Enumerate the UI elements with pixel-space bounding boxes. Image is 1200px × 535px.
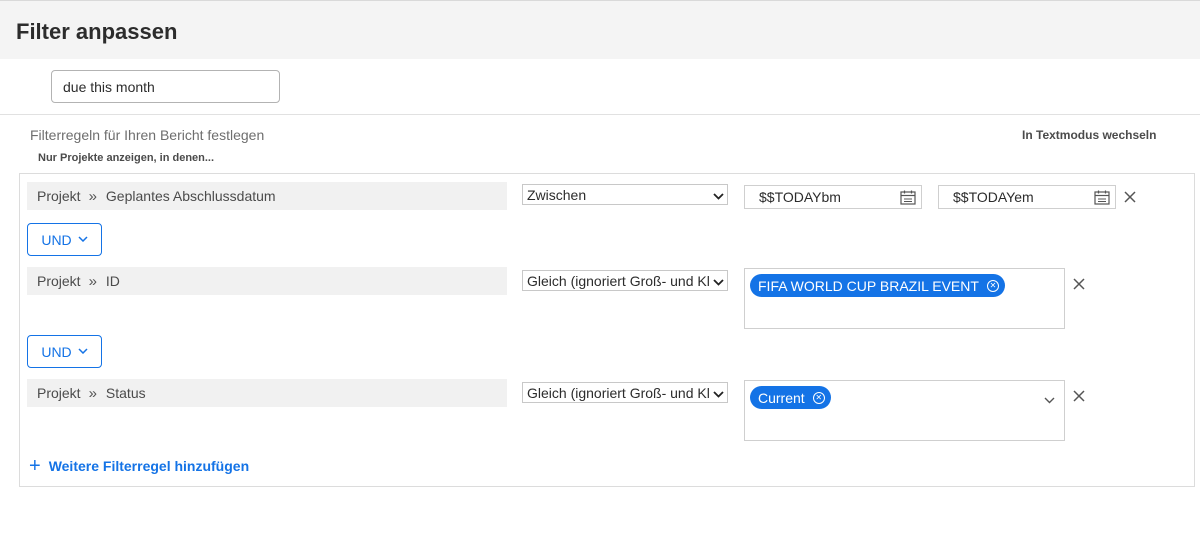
breadcrumb-separator-icon: » [88,187,97,205]
chevron-down-icon [709,385,727,401]
text-mode-link[interactable]: In Textmodus wechseln [1022,128,1156,142]
rules-title: Filterregeln für Ihren Bericht festlegen [30,127,265,143]
date-to-value: $$TODAYem [953,189,1034,205]
remove-rule-close-icon[interactable] [1072,387,1086,405]
add-filter-rule-link[interactable]: + Weitere Filterregel hinzufügen [29,455,250,477]
calendar-icon[interactable] [900,190,916,205]
remove-tag-icon[interactable]: ✕ [812,391,825,404]
divider [0,114,1200,115]
date-from-value: $$TODAYbm [759,189,841,205]
rule-object: Projekt [37,385,81,401]
operator-value: Gleich (ignoriert Groß- und Kleinschreib… [527,384,709,401]
date-from-input[interactable]: $$TODAYbm [744,185,922,209]
operator-select-1[interactable]: Zwischen [522,184,728,205]
header-bar [0,1,1200,59]
breadcrumb-separator-icon: » [88,384,97,402]
rule-field-name: Status [105,385,146,401]
tag-label: FIFA WORLD CUP BRAZIL EVENT [758,277,979,294]
operator-value: Gleich (ignoriert Groß- und Kleinschreib… [527,272,709,289]
tag-label: Current [758,389,805,406]
connector-und-button[interactable]: UND [27,223,102,256]
rules-subtitle: Nur Projekte anzeigen, in denen... [38,152,215,164]
value-tag: Current ✕ [750,386,831,409]
remove-rule-close-icon[interactable] [1072,275,1086,293]
operator-value: Zwischen [527,186,587,203]
chevron-down-icon [78,346,88,357]
rule-field-1[interactable]: Projekt » Geplantes Abschlussdatum [27,182,507,210]
chevron-down-icon [709,187,727,203]
operator-select-2[interactable]: Gleich (ignoriert Groß- und Kleinschreib… [522,270,728,291]
rule-field-name: Geplantes Abschlussdatum [105,188,276,204]
rule-object: Projekt [37,273,81,289]
value-tag: FIFA WORLD CUP BRAZIL EVENT ✕ [750,274,1005,297]
filter-name-input[interactable] [51,70,280,103]
remove-rule-close-icon[interactable] [1123,188,1137,206]
connector-label: UND [41,343,72,360]
connector-label: UND [41,231,72,248]
remove-tag-icon[interactable]: ✕ [986,279,999,292]
chevron-down-icon [78,234,88,245]
chevron-down-icon[interactable] [1044,391,1055,409]
rule-field-3[interactable]: Projekt » Status [27,379,507,407]
rule-field-name: ID [105,273,120,289]
breadcrumb-separator-icon: » [88,272,97,290]
calendar-icon[interactable] [1094,190,1110,205]
page-title: Filter anpassen [16,19,178,44]
rule-object: Projekt [37,188,81,204]
chevron-down-icon [709,273,727,289]
date-to-input[interactable]: $$TODAYem [938,185,1116,209]
operator-select-3[interactable]: Gleich (ignoriert Groß- und Kleinschreib… [522,382,728,403]
add-filter-rule-label: Weitere Filterregel hinzufügen [48,458,250,474]
plus-icon: + [29,455,41,477]
connector-und-button[interactable]: UND [27,335,102,368]
rule-field-2[interactable]: Projekt » ID [27,267,507,295]
